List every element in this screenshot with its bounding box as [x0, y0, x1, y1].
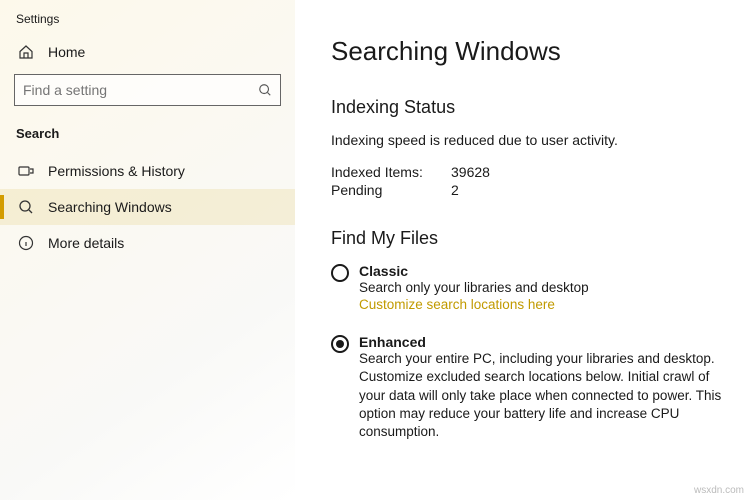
option-classic: Classic Search only your libraries and d… — [331, 263, 728, 312]
sidebar-item-label: More details — [48, 235, 124, 251]
option-title: Classic — [359, 263, 728, 279]
stat-pending: Pending 2 — [331, 182, 728, 198]
radio-classic[interactable] — [331, 264, 349, 282]
option-title: Enhanced — [359, 334, 728, 350]
sidebar-item-label: Permissions & History — [48, 163, 185, 179]
sidebar: Settings Home Search Permissions & Histo… — [0, 0, 295, 500]
option-enhanced: Enhanced Search your entire PC, includin… — [331, 334, 728, 441]
search-box[interactable] — [14, 74, 281, 106]
search-windows-icon — [18, 199, 34, 215]
option-description: Search only your libraries and desktop — [359, 279, 728, 297]
permissions-icon — [18, 163, 34, 179]
sidebar-item-label: Searching Windows — [48, 199, 172, 215]
watermark: wsxdn.com — [694, 485, 744, 496]
sidebar-item-more-details[interactable]: More details — [0, 225, 295, 261]
info-icon — [18, 235, 34, 251]
home-label: Home — [48, 44, 85, 60]
search-icon — [258, 83, 272, 97]
stat-indexed-items: Indexed Items: 39628 — [331, 164, 728, 180]
home-button[interactable]: Home — [0, 44, 295, 74]
indexing-status-text: Indexing speed is reduced due to user ac… — [331, 132, 728, 148]
radio-enhanced[interactable] — [331, 335, 349, 353]
search-input[interactable] — [23, 82, 258, 98]
content: Searching Windows Indexing Status Indexi… — [295, 0, 750, 500]
sidebar-item-permissions[interactable]: Permissions & History — [0, 153, 295, 189]
stat-label: Pending — [331, 182, 451, 198]
stat-value: 2 — [451, 182, 459, 198]
find-my-files-heading: Find My Files — [331, 228, 728, 249]
sidebar-section-label: Search — [0, 126, 295, 153]
customize-locations-link[interactable]: Customize search locations here — [359, 297, 728, 312]
stat-label: Indexed Items: — [331, 164, 451, 180]
app-title: Settings — [0, 12, 295, 44]
sidebar-item-searching-windows[interactable]: Searching Windows — [0, 189, 295, 225]
page-title: Searching Windows — [331, 36, 728, 67]
option-description: Search your entire PC, including your li… — [359, 350, 728, 441]
indexing-status-heading: Indexing Status — [331, 97, 728, 118]
stat-value: 39628 — [451, 164, 490, 180]
home-icon — [18, 44, 34, 60]
indexing-stats: Indexed Items: 39628 Pending 2 — [331, 164, 728, 198]
